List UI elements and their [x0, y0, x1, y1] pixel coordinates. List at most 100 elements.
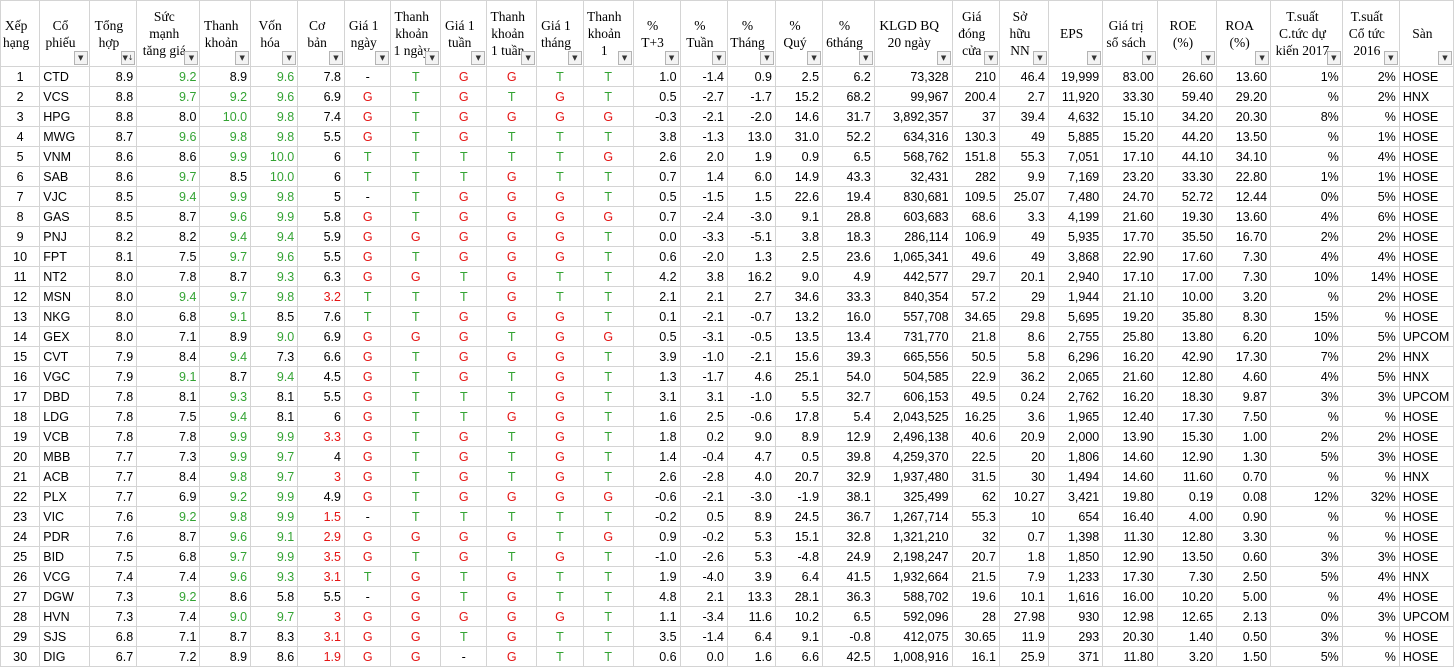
cell-0[interactable]: 27	[0, 586, 41, 607]
cell-7[interactable]: G	[343, 626, 392, 647]
cell-12[interactable]: T	[582, 286, 634, 307]
cell-6[interactable]: 5.5	[297, 246, 345, 267]
cell-2[interactable]: 8.0	[88, 326, 138, 347]
cell-0[interactable]: 10	[0, 246, 41, 267]
cell-16[interactable]: 5.5	[774, 386, 824, 407]
cell-10[interactable]: G	[486, 606, 538, 627]
cell-8[interactable]: T	[390, 446, 442, 467]
cell-4[interactable]: 8.7	[199, 626, 252, 647]
cell-1[interactable]: NKG	[39, 306, 90, 327]
cell-1[interactable]: VIC	[39, 506, 90, 527]
cell-17[interactable]: 39.8	[822, 446, 875, 467]
cell-24[interactable]: 7.30	[1216, 266, 1272, 287]
cell-16[interactable]: 2.5	[774, 66, 824, 87]
cell-26[interactable]: 3%	[1341, 446, 1400, 467]
cell-14[interactable]: -1.7	[679, 366, 729, 387]
cell-11[interactable]: T	[536, 586, 584, 607]
cell-9[interactable]: T	[440, 506, 488, 527]
cell-17[interactable]: 36.3	[822, 586, 875, 607]
cell-13[interactable]: -0.6	[632, 486, 681, 507]
cell-18[interactable]: 442,577	[873, 266, 953, 287]
cell-8[interactable]: T	[390, 406, 442, 427]
filter-dropdown-icon[interactable]: ▼	[329, 51, 343, 65]
cell-14[interactable]: -2.1	[679, 306, 729, 327]
cell-10[interactable]: G	[486, 306, 538, 327]
cell-4[interactable]: 9.9	[199, 446, 252, 467]
cell-11[interactable]: G	[536, 326, 584, 347]
cell-12[interactable]: T	[582, 246, 634, 267]
cell-16[interactable]: 31.0	[774, 126, 824, 147]
cell-0[interactable]: 20	[0, 446, 41, 467]
cell-0[interactable]: 12	[0, 286, 41, 307]
cell-14[interactable]: -2.0	[679, 246, 729, 267]
cell-18[interactable]: 592,096	[873, 606, 953, 627]
cell-11[interactable]: T	[536, 146, 584, 167]
cell-9[interactable]: G	[440, 106, 488, 127]
cell-1[interactable]: PNJ	[39, 226, 90, 247]
cell-18[interactable]: 634,316	[873, 126, 953, 147]
cell-9[interactable]: T	[440, 566, 488, 587]
cell-6[interactable]: 5	[297, 186, 345, 207]
cell-21[interactable]: 5,935	[1047, 226, 1104, 247]
cell-3[interactable]: 8.7	[136, 526, 201, 547]
cell-26[interactable]: %	[1341, 106, 1400, 127]
cell-6[interactable]: 7.4	[297, 106, 345, 127]
cell-20[interactable]: 20.1	[998, 266, 1050, 287]
cell-19[interactable]: 57.2	[951, 286, 1000, 307]
cell-11[interactable]: G	[536, 226, 584, 247]
cell-6[interactable]: 4	[297, 446, 345, 467]
table-row[interactable]: 5 VNM 8.6 8.6 9.9 10.0 6 T T T T T G 2.6 2.0 1.9 0.9 6.5 5…	[0, 146, 1454, 167]
cell-12[interactable]: T	[582, 546, 634, 567]
cell-0[interactable]: 30	[0, 646, 41, 667]
cell-12[interactable]: G	[582, 146, 634, 167]
cell-8[interactable]: T	[390, 466, 442, 487]
cell-22[interactable]: 11.30	[1102, 526, 1158, 547]
cell-7[interactable]: T	[343, 286, 392, 307]
cell-23[interactable]: 7.30	[1156, 566, 1218, 587]
cell-11[interactable]: G	[536, 386, 584, 407]
cell-17[interactable]: 68.2	[822, 86, 875, 107]
cell-26[interactable]: 4%	[1341, 246, 1400, 267]
cell-13[interactable]: 4.8	[632, 586, 681, 607]
cell-5[interactable]: 9.8	[250, 186, 299, 207]
cell-10[interactable]: T	[486, 546, 538, 567]
cell-15[interactable]: 5.3	[727, 526, 776, 547]
cell-18[interactable]: 2,496,138	[873, 426, 953, 447]
cell-25[interactable]: 2%	[1270, 226, 1343, 247]
cell-5[interactable]: 9.4	[250, 366, 299, 387]
cell-11[interactable]: G	[536, 446, 584, 467]
cell-4[interactable]: 8.6	[199, 586, 252, 607]
cell-25[interactable]: 1%	[1270, 166, 1343, 187]
cell-21[interactable]: 7,051	[1047, 146, 1104, 167]
cell-18[interactable]: 325,499	[873, 486, 953, 507]
cell-19[interactable]: 21.8	[951, 326, 1000, 347]
cell-7[interactable]: G	[343, 346, 392, 367]
cell-13[interactable]: 0.7	[632, 166, 681, 187]
cell-23[interactable]: 15.30	[1156, 426, 1218, 447]
cell-8[interactable]: T	[390, 306, 442, 327]
cell-9[interactable]: G	[440, 86, 488, 107]
table-row[interactable]: 15 CVT 7.9 8.4 9.4 7.3 6.6 G T G G G T 3.9 -1.0 -2.1 15.…	[0, 346, 1454, 367]
cell-5[interactable]: 9.1	[250, 526, 299, 547]
cell-22[interactable]: 33.30	[1102, 86, 1158, 107]
cell-4[interactable]: 9.9	[199, 186, 252, 207]
cell-1[interactable]: MBB	[39, 446, 90, 467]
cell-23[interactable]: 33.30	[1156, 166, 1218, 187]
cell-7[interactable]: G	[343, 406, 392, 427]
cell-2[interactable]: 8.6	[88, 146, 138, 167]
cell-15[interactable]: -2.0	[727, 106, 776, 127]
cell-24[interactable]: 1.00	[1216, 426, 1272, 447]
cell-24[interactable]: 3.30	[1216, 526, 1272, 547]
cell-18[interactable]: 606,153	[873, 386, 953, 407]
cell-20[interactable]: 49	[998, 126, 1050, 147]
cell-4[interactable]: 8.9	[199, 66, 252, 87]
cell-4[interactable]: 9.6	[199, 526, 252, 547]
cell-16[interactable]: 13.5	[774, 326, 824, 347]
cell-6[interactable]: 7.6	[297, 306, 345, 327]
cell-19[interactable]: 62	[951, 486, 1000, 507]
filter-dropdown-icon[interactable]: ▼	[1087, 51, 1102, 65]
cell-20[interactable]: 0.7	[998, 526, 1050, 547]
cell-13[interactable]: 4.2	[632, 266, 681, 287]
cell-6[interactable]: 3.1	[297, 626, 345, 647]
cell-9[interactable]: G	[440, 546, 488, 567]
